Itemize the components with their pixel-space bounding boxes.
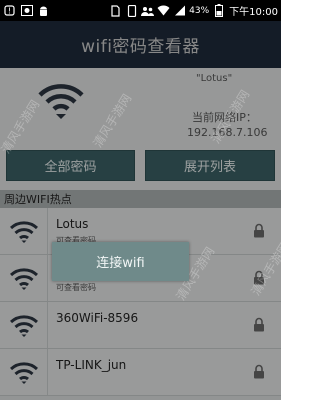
status-bar-right: 43% 下午10:00: [109, 3, 281, 18]
signal-icon: [173, 4, 186, 17]
status-bar: ! 43% 下午10:00: [0, 0, 281, 21]
battery-percent: 43%: [189, 5, 210, 16]
connect-wifi-option[interactable]: 连接wifi: [52, 242, 189, 281]
wifi-icon: [157, 4, 170, 17]
status-bar-left: !: [0, 4, 50, 17]
status-time: 下午10:00: [229, 7, 278, 18]
modal-backdrop[interactable]: [0, 21, 281, 400]
svg-text:!: !: [8, 7, 11, 16]
notification-icon: !: [3, 4, 16, 17]
android-icon: [37, 4, 50, 17]
screenshot-icon: [20, 4, 33, 17]
battery-icon: [212, 4, 225, 17]
app-screen: ! 43% 下午10:00 wifi密码查看器 "Lotus" 当前网络IP： …: [0, 0, 281, 400]
sim-icon: [109, 4, 122, 17]
phone-icon: [125, 4, 138, 17]
account-icon: [141, 4, 155, 17]
